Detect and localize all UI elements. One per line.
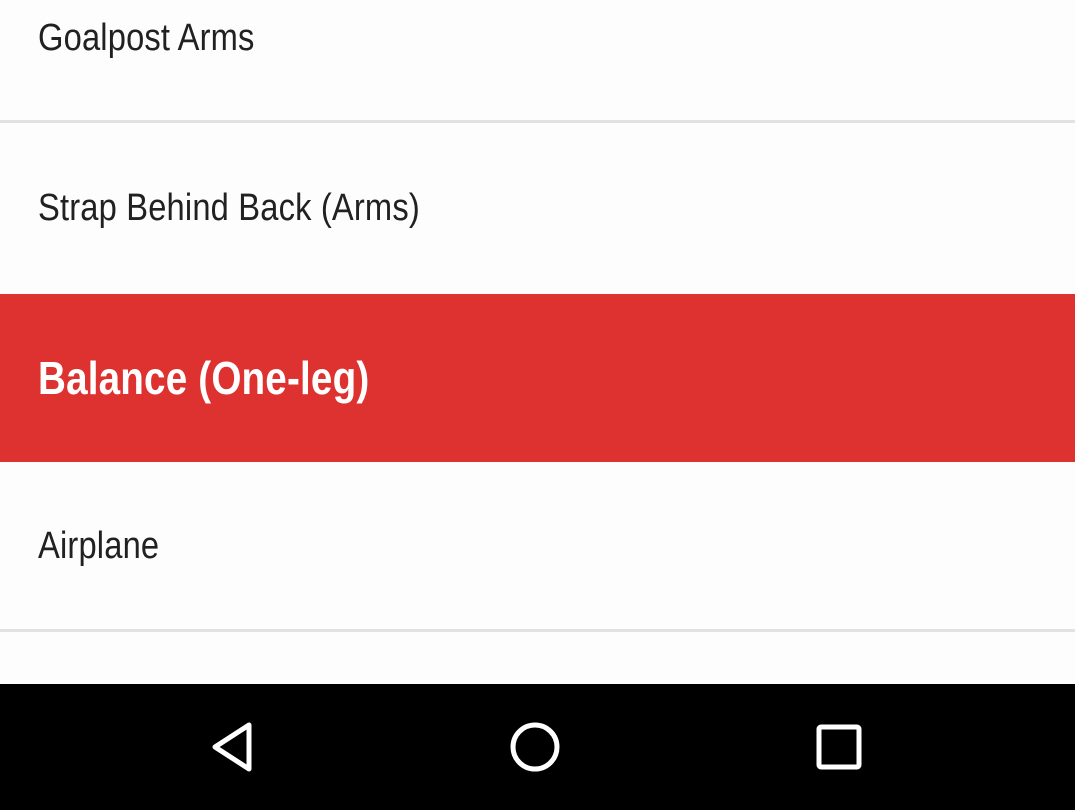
list-item[interactable]: Goalpost Arms xyxy=(0,0,1075,120)
list-item-label: Balance (One-leg) xyxy=(38,352,370,404)
back-icon xyxy=(212,722,252,772)
recents-icon xyxy=(816,724,862,770)
back-button[interactable] xyxy=(188,704,278,790)
list-item-selected[interactable]: Balance (One-leg) xyxy=(0,294,1075,462)
home-icon xyxy=(510,722,560,772)
recents-button[interactable] xyxy=(794,704,884,790)
system-navigation-bar xyxy=(0,684,1075,810)
screen: Goalpost Arms Strap Behind Back (Arms) B… xyxy=(0,0,1075,810)
list-item-label: Strap Behind Back (Arms) xyxy=(38,186,420,229)
list-divider xyxy=(0,629,1075,632)
home-button[interactable] xyxy=(490,704,580,790)
list-item-label: Airplane xyxy=(38,524,160,567)
exercise-list: Goalpost Arms Strap Behind Back (Arms) B… xyxy=(0,0,1075,684)
list-item[interactable]: Airplane xyxy=(0,462,1075,630)
list-item-label: Goalpost Arms xyxy=(38,16,255,59)
list-item[interactable]: Strap Behind Back (Arms) xyxy=(0,122,1075,294)
